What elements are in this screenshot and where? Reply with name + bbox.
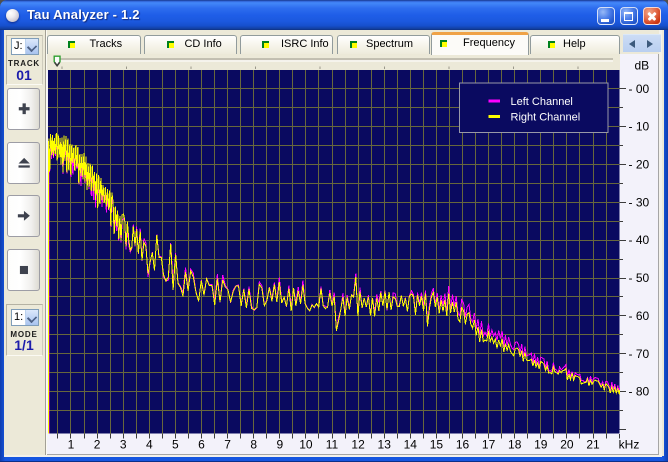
svg-text:12: 12 <box>351 437 365 451</box>
svg-text:- 50: - 50 <box>629 271 650 285</box>
svg-text:- 70: - 70 <box>629 347 650 361</box>
svg-text:21: 21 <box>586 437 600 451</box>
svg-text:dB: dB <box>635 59 650 73</box>
svg-text:- 30: - 30 <box>629 195 650 209</box>
svg-text:5: 5 <box>172 437 179 451</box>
svg-text:- 20: - 20 <box>629 158 650 172</box>
svg-text:3: 3 <box>120 437 127 451</box>
svg-text:9: 9 <box>276 437 283 451</box>
svg-text:- 40: - 40 <box>629 233 650 247</box>
svg-text:13: 13 <box>378 437 392 451</box>
svg-text:Left Channel: Left Channel <box>511 96 573 108</box>
svg-text:- 60: - 60 <box>629 309 650 323</box>
svg-text:11: 11 <box>326 437 339 451</box>
svg-text:17: 17 <box>482 437 496 451</box>
svg-text:- 10: - 10 <box>629 120 650 134</box>
svg-text:1: 1 <box>68 437 75 451</box>
svg-text:Right Channel: Right Channel <box>511 112 581 124</box>
svg-text:19: 19 <box>534 437 548 451</box>
svg-text:20: 20 <box>560 437 574 451</box>
svg-text:7: 7 <box>224 437 231 451</box>
svg-text:8: 8 <box>250 437 257 451</box>
svg-text:15: 15 <box>430 437 444 451</box>
svg-text:14: 14 <box>404 437 418 451</box>
svg-text:6: 6 <box>198 437 205 451</box>
svg-text:2: 2 <box>94 437 101 451</box>
svg-text:10: 10 <box>299 437 313 451</box>
svg-text:kHz: kHz <box>619 437 640 451</box>
svg-text:18: 18 <box>508 437 522 451</box>
svg-text:4: 4 <box>146 437 153 451</box>
svg-text:- 80: - 80 <box>629 385 650 399</box>
svg-text:- 00: - 00 <box>629 82 650 96</box>
svg-text:16: 16 <box>456 437 470 451</box>
